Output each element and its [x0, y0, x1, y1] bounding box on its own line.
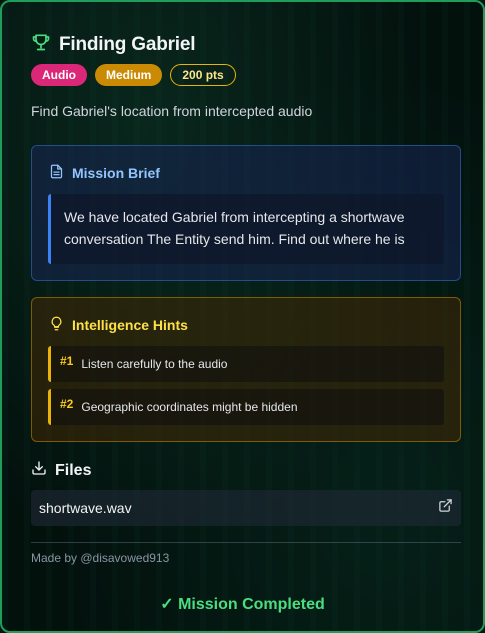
download-icon [31, 460, 47, 481]
challenge-title: Finding Gabriel [59, 33, 196, 55]
files-heading: Files [55, 461, 92, 479]
footer-divider [31, 542, 461, 543]
badge-row: Audio Medium 200 pts [31, 64, 236, 86]
hint-text: Geographic coordinates might be hidden [81, 400, 298, 414]
mission-brief-header: Mission Brief [49, 164, 160, 182]
hints-heading: Intelligence Hints [72, 317, 188, 333]
challenge-description: Find Gabriel's location from intercepted… [31, 103, 313, 119]
file-name: shortwave.wav [39, 500, 132, 516]
title-row: Finding Gabriel [31, 32, 196, 57]
files-header: Files [31, 460, 91, 481]
points-badge: 200 pts [170, 64, 236, 86]
hint-number: #2 [60, 397, 74, 411]
document-icon [49, 164, 64, 182]
mission-brief-panel: Mission Brief We have located Gabriel fr… [31, 145, 461, 281]
file-link[interactable]: shortwave.wav [31, 490, 461, 526]
hint-text: Listen carefully to the audio [81, 357, 228, 371]
lightbulb-icon [49, 316, 64, 334]
challenge-card: Finding Gabriel Audio Medium 200 pts Fin… [0, 0, 485, 633]
hint-item: #2 Geographic coordinates might be hidde… [48, 389, 444, 425]
hint-item: #1 Listen carefully to the audio [48, 346, 444, 382]
trophy-icon [31, 32, 51, 57]
difficulty-badge: Medium [95, 64, 163, 86]
external-link-icon[interactable] [438, 498, 453, 518]
category-badge: Audio [31, 64, 87, 86]
hints-header: Intelligence Hints [49, 316, 188, 334]
mission-completed-status: ✓ Mission Completed [160, 596, 325, 613]
author-credit: Made by @disavowed913 [31, 551, 170, 565]
hints-panel: Intelligence Hints #1 Listen carefully t… [31, 297, 461, 442]
hint-number: #1 [60, 354, 74, 368]
mission-brief-text: We have located Gabriel from interceptin… [48, 194, 444, 264]
mission-brief-heading: Mission Brief [72, 165, 160, 181]
